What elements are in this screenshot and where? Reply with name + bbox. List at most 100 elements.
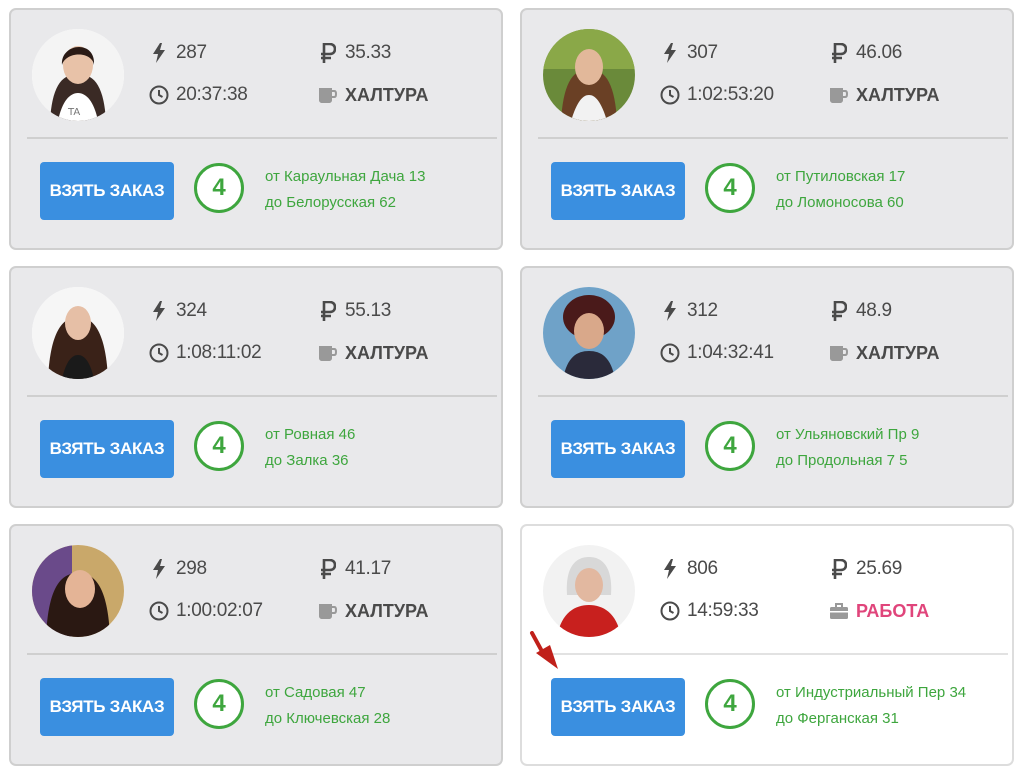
level-badge: 4 <box>705 679 755 729</box>
price-value: 35.33 <box>345 42 392 63</box>
status-label: РАБОТА <box>856 600 930 621</box>
job-status: ХАЛТУРА <box>317 600 428 622</box>
divider <box>27 137 497 139</box>
energy-value: 312 <box>687 300 718 321</box>
job-status: ХАЛТУРА <box>828 342 939 364</box>
divider <box>538 137 1008 139</box>
ruble-icon <box>317 42 339 64</box>
price-value: 46.06 <box>856 42 903 63</box>
clock-icon <box>659 342 681 364</box>
route-to: до Белорусская 62 <box>265 194 396 211</box>
avatar <box>543 287 635 379</box>
svg-text:TA: TA <box>67 107 80 118</box>
energy-stat: 806 <box>659 558 718 580</box>
route: от Караульная Дача 13 до Белорусская 62 <box>265 164 425 216</box>
status-label: ХАЛТУРА <box>856 84 940 105</box>
bolt-icon <box>659 558 681 580</box>
ruble-icon <box>828 300 850 322</box>
route-from: от Путиловская 17 <box>776 168 906 185</box>
route-from: от Караульная Дача 13 <box>265 168 426 185</box>
bolt-icon <box>148 42 170 64</box>
coffee-cup-icon <box>828 342 850 364</box>
red-arrow-icon <box>528 631 562 671</box>
briefcase-icon <box>828 600 850 622</box>
price-stat: 25.69 <box>828 558 902 580</box>
route: от Садовая 47 до Ключевская 28 <box>265 680 390 732</box>
ruble-icon <box>317 300 339 322</box>
clock-icon <box>659 600 681 622</box>
route-from: от Ровная 46 <box>265 426 356 443</box>
avatar <box>32 287 124 379</box>
route-from: от Садовая 47 <box>265 684 366 701</box>
level-badge: 4 <box>705 421 755 471</box>
avatar <box>543 545 635 637</box>
route-to: до Ферганская 31 <box>776 710 899 727</box>
route-to: до Ломоносова 60 <box>776 194 904 211</box>
route: от Путиловская 17 до Ломоносова 60 <box>776 164 905 216</box>
time-value: 1:08:11:02 <box>176 342 262 363</box>
job-status: ХАЛТУРА <box>828 84 939 106</box>
route-to: до Продольная 7 5 <box>776 452 908 469</box>
coffee-cup-icon <box>828 84 850 106</box>
route: от Ульяновский Пр 9 до Продольная 7 5 <box>776 422 919 474</box>
order-card: 298 41.17 1:00:02:07 ХАЛТУРА ВЗЯТЬ ЗАКАЗ… <box>9 524 503 766</box>
job-status: РАБОТА <box>828 600 929 622</box>
energy-value: 806 <box>687 558 718 579</box>
coffee-cup-icon <box>317 600 339 622</box>
bolt-icon <box>148 558 170 580</box>
energy-value: 307 <box>687 42 718 63</box>
status-label: ХАЛТУРА <box>345 84 429 105</box>
job-status: ХАЛТУРА <box>317 342 428 364</box>
energy-value: 287 <box>176 42 207 63</box>
price-stat: 48.9 <box>828 300 892 322</box>
ruble-icon <box>828 42 850 64</box>
status-label: ХАЛТУРА <box>345 600 429 621</box>
avatar <box>32 545 124 637</box>
energy-stat: 312 <box>659 300 718 322</box>
time-stat: 14:59:33 <box>659 600 759 622</box>
order-card-active: 806 25.69 14:59:33 РАБОТА ВЗЯТЬ ЗАКАЗ 4 … <box>520 524 1014 766</box>
price-stat: 35.33 <box>317 42 391 64</box>
time-stat: 1:04:32:41 <box>659 342 774 364</box>
energy-stat: 298 <box>148 558 207 580</box>
time-stat: 1:08:11:02 <box>148 342 262 364</box>
price-value: 41.17 <box>345 558 392 579</box>
clock-icon <box>148 600 170 622</box>
time-value: 1:00:02:07 <box>176 600 263 621</box>
order-card: 312 48.9 1:04:32:41 ХАЛТУРА ВЗЯТЬ ЗАКАЗ … <box>520 266 1014 508</box>
level-badge: 4 <box>194 679 244 729</box>
take-order-button[interactable]: ВЗЯТЬ ЗАКАЗ <box>40 678 174 736</box>
route: от Индустриальный Пер 34 до Ферганская 3… <box>776 680 966 732</box>
clock-icon <box>148 342 170 364</box>
clock-icon <box>148 84 170 106</box>
price-stat: 41.17 <box>317 558 391 580</box>
status-label: ХАЛТУРА <box>345 342 429 363</box>
time-value: 1:02:53:20 <box>687 84 774 105</box>
time-stat: 1:00:02:07 <box>148 600 263 622</box>
take-order-button[interactable]: ВЗЯТЬ ЗАКАЗ <box>40 162 174 220</box>
level-badge: 4 <box>194 163 244 213</box>
route-to: до Ключевская 28 <box>265 710 391 727</box>
divider <box>27 395 497 397</box>
take-order-button[interactable]: ВЗЯТЬ ЗАКАЗ <box>40 420 174 478</box>
price-value: 55.13 <box>345 300 392 321</box>
bolt-icon <box>148 300 170 322</box>
order-card: TA 287 35.33 20:37:38 ХАЛТУРА ВЗЯТЬ ЗАКА… <box>9 8 503 250</box>
time-value: 14:59:33 <box>687 600 759 621</box>
order-card: 324 55.13 1:08:11:02 ХАЛТУРА ВЗЯТЬ ЗАКАЗ… <box>9 266 503 508</box>
energy-stat: 287 <box>148 42 207 64</box>
take-order-button[interactable]: ВЗЯТЬ ЗАКАЗ <box>551 162 685 220</box>
bolt-icon <box>659 300 681 322</box>
energy-value: 298 <box>176 558 207 579</box>
take-order-button[interactable]: ВЗЯТЬ ЗАКАЗ <box>551 420 685 478</box>
price-stat: 46.06 <box>828 42 902 64</box>
time-stat: 1:02:53:20 <box>659 84 774 106</box>
time-value: 1:04:32:41 <box>687 342 774 363</box>
route: от Ровная 46 до Залка 36 <box>265 422 355 474</box>
job-status: ХАЛТУРА <box>317 84 428 106</box>
energy-value: 324 <box>176 300 207 321</box>
orders-grid: TA 287 35.33 20:37:38 ХАЛТУРА ВЗЯТЬ ЗАКА… <box>0 0 1024 775</box>
take-order-button[interactable]: ВЗЯТЬ ЗАКАЗ <box>551 678 685 736</box>
level-badge: 4 <box>705 163 755 213</box>
avatar <box>543 29 635 121</box>
